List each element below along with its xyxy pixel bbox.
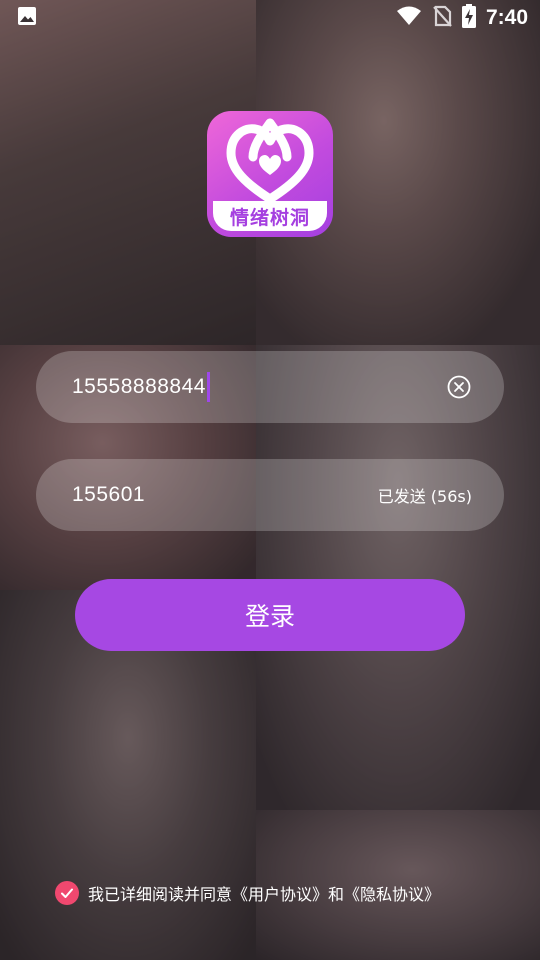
app-logo: 情绪树洞 <box>207 111 333 237</box>
privacy-agreement-link[interactable]: 《隐私协议》 <box>344 885 440 904</box>
agreement-checkbox[interactable] <box>55 881 79 905</box>
wifi-icon <box>396 5 422 31</box>
clear-input-button[interactable] <box>446 374 472 400</box>
resend-code-button[interactable]: 已发送 (56s) <box>378 483 472 507</box>
phone-number-value[interactable]: 15558888844 <box>72 375 206 399</box>
logo-name-band: 情绪树洞 <box>213 201 327 231</box>
verification-code-input[interactable]: 155601 已发送 (56s) <box>36 459 504 531</box>
agreement-text: 我已详细阅读并同意《用户协议》和《隐私协议》 <box>88 881 440 905</box>
logo-text: 情绪树洞 <box>229 206 310 229</box>
clear-circle-icon <box>447 375 471 399</box>
login-button[interactable]: 登录 <box>75 579 465 651</box>
status-bar: 7:40 <box>0 0 540 36</box>
agreement-row: 我已详细阅读并同意《用户协议》和《隐私协议》 <box>55 881 440 905</box>
phone-number-input[interactable]: 15558888844 <box>36 351 504 423</box>
heart-icon <box>226 118 314 203</box>
user-agreement-link[interactable]: 《用户协议》 <box>232 885 328 904</box>
checkmark-icon <box>61 888 73 898</box>
clock-time: 7:40 <box>485 6 528 29</box>
image-icon <box>16 5 38 31</box>
verification-code-value[interactable]: 155601 <box>72 483 145 507</box>
agreement-connector: 和 <box>328 885 345 904</box>
agreement-prefix: 我已详细阅读并同意 <box>88 885 233 904</box>
no-sim-icon <box>432 4 452 32</box>
battery-charging-icon <box>461 4 476 32</box>
text-cursor <box>206 372 210 402</box>
